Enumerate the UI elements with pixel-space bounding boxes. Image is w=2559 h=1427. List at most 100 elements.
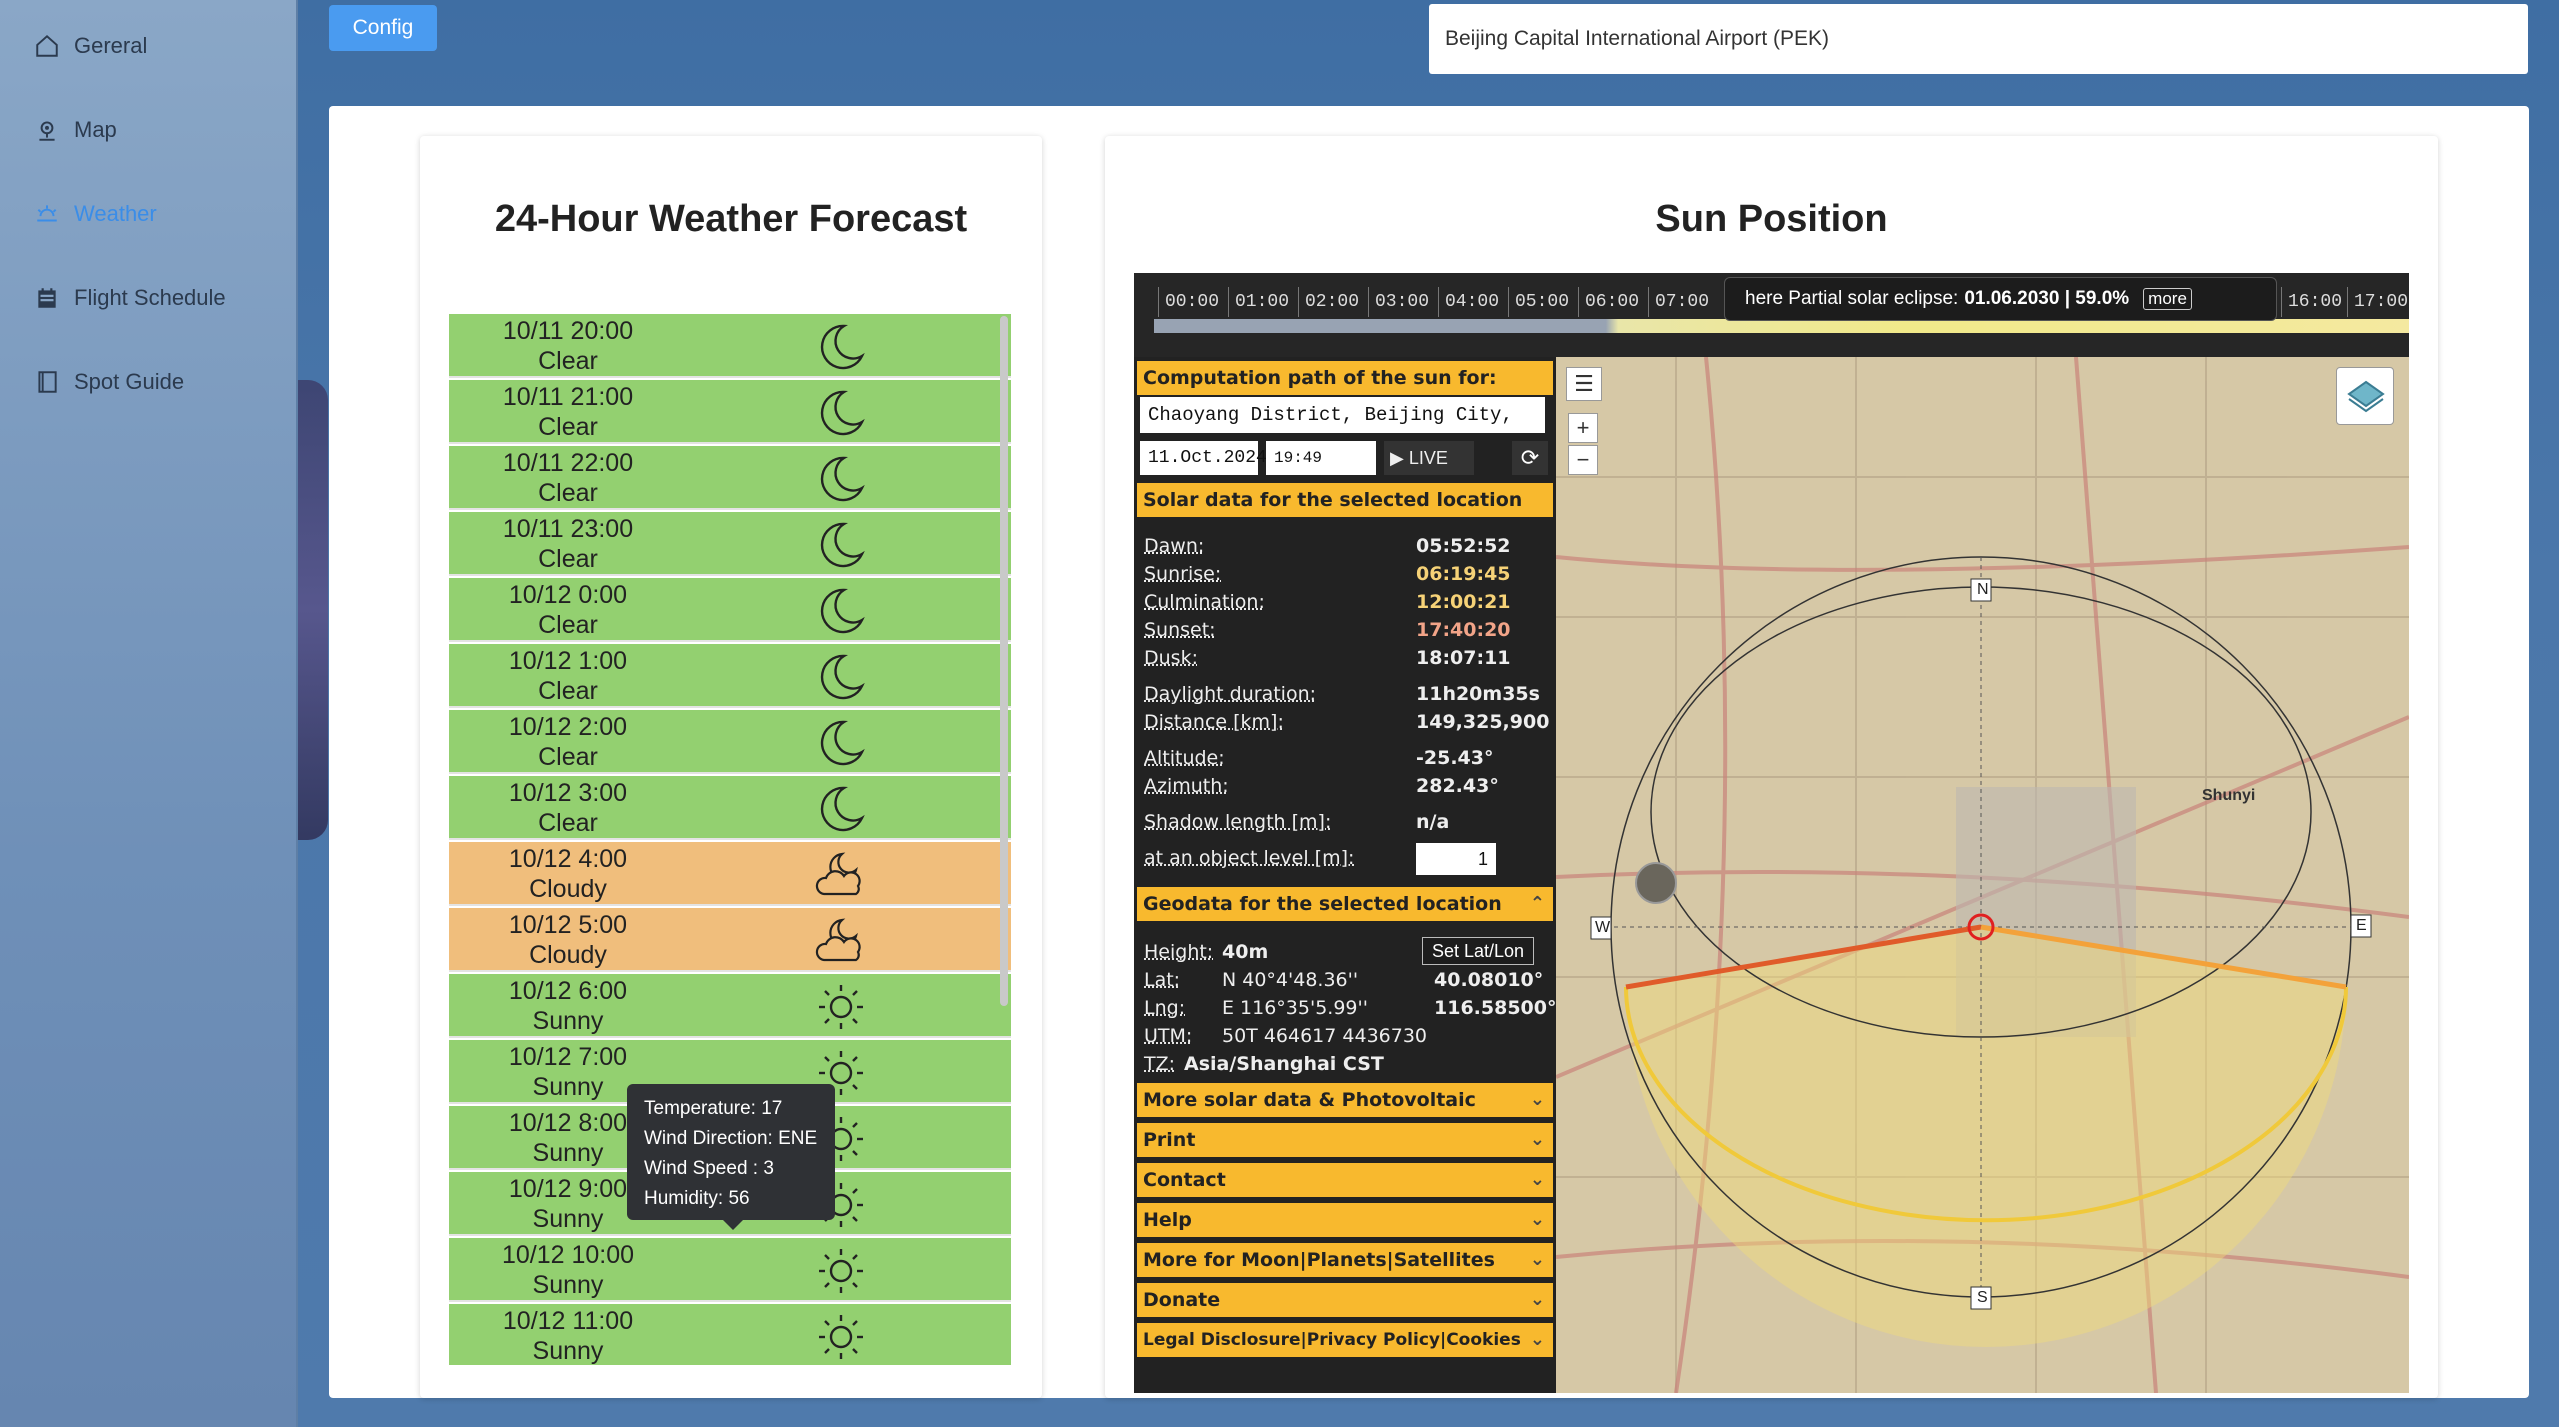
chevron-down-icon: ⌄ xyxy=(1529,1289,1545,1310)
menu-item[interactable]: Donate ⌄ xyxy=(1137,1283,1553,1317)
sun-icon xyxy=(819,985,863,1029)
geo-key: TZ: xyxy=(1144,1053,1176,1075)
refresh-button[interactable]: ⟳ xyxy=(1512,441,1548,475)
sidebar-item-weather[interactable]: Weather xyxy=(34,194,157,234)
timeline-tick: 02:00 xyxy=(1298,287,1359,317)
solar-value: 12:00:21 xyxy=(1416,591,1511,613)
sun-map[interactable]: N S W E Shunyi ☰ + − xyxy=(1556,357,2409,1393)
weather-time: 10/12 2:00 xyxy=(508,713,628,741)
eclipse-prefix: here Partial solar eclipse: xyxy=(1745,288,1959,309)
airport-select[interactable]: Beijing Capital International Airport (P… xyxy=(1429,4,2528,74)
map-city-label: Shunyi xyxy=(2202,787,2256,804)
weather-time: 10/11 22:00 xyxy=(502,449,634,477)
sidebar-item-label: Weather xyxy=(74,201,157,226)
timeline-tick: 01:00 xyxy=(1228,287,1289,317)
weather-condition: Sunny xyxy=(532,1271,604,1299)
tooltip-wind-direction: Wind Direction: ENE xyxy=(644,1128,818,1149)
play-icon: ▶ xyxy=(1390,448,1409,468)
compass-north: N xyxy=(1977,581,1989,598)
chevron-down-icon: ⌄ xyxy=(1529,1089,1545,1110)
solar-value: 06:19:45 xyxy=(1416,563,1511,585)
solar-key: Culmination: xyxy=(1144,591,1265,613)
chevron-down-icon: ⌄ xyxy=(1529,1169,1545,1190)
compass-east: E xyxy=(2356,917,2367,934)
solar-key: Azimuth: xyxy=(1144,775,1229,797)
moon-icon xyxy=(820,324,865,370)
weather-row: 10/12 2:00 Clear xyxy=(449,710,1011,774)
tooltip-humidity: Humidity: 56 xyxy=(644,1188,750,1209)
layers-button[interactable] xyxy=(2336,367,2394,425)
weather-condition: Clear xyxy=(538,809,598,837)
sidebar-item-flight-schedule[interactable]: Flight Schedule xyxy=(34,278,226,318)
sidebar-item-label: Map xyxy=(74,117,117,142)
solar-value: 11h20m35s xyxy=(1416,683,1540,705)
weather-condition: Cloudy xyxy=(529,875,607,903)
menu-item[interactable]: Help ⌄ xyxy=(1137,1203,1553,1237)
weather-condition: Clear xyxy=(538,347,598,375)
tooltip-temperature: Temperature: 17 xyxy=(644,1098,783,1119)
geo-key: Lng: xyxy=(1144,997,1186,1019)
zoom-out-button[interactable]: − xyxy=(1568,445,1598,475)
geo-key: Height: xyxy=(1144,941,1214,963)
date-input[interactable]: 11.Oct.2024 xyxy=(1140,441,1267,475)
sidebar-item-label: Spot Guide xyxy=(74,369,185,394)
menu-item[interactable]: More solar data & Photovoltaic ⌄ xyxy=(1137,1083,1553,1117)
sidebar-item-label: Gereral xyxy=(74,33,148,58)
weather-row: 10/12 0:00 Clear xyxy=(449,578,1011,642)
cloud-moon-icon xyxy=(815,918,861,962)
weather-condition: Clear xyxy=(538,677,598,705)
solar-value: 282.43° xyxy=(1416,775,1499,797)
object-level-input[interactable]: 1 xyxy=(1416,843,1496,875)
eclipse-more-button[interactable]: more xyxy=(2143,288,2192,310)
timeline-tick: 06:00 xyxy=(1578,287,1639,317)
chevron-down-icon: ⌄ xyxy=(1529,1129,1545,1150)
chevron-up-icon: ⌃ xyxy=(1529,893,1545,914)
live-button[interactable]: ▶ LIVE xyxy=(1384,441,1474,475)
chevron-down-icon: ⌄ xyxy=(1529,1249,1545,1270)
tooltip-wind-speed: Wind Speed : 3 xyxy=(644,1158,774,1179)
eclipse-banner: here Partial solar eclipse: 01.06.2030 |… xyxy=(1724,277,2277,321)
solar-key: Altitude: xyxy=(1144,747,1225,769)
timeline-daylight-bar[interactable] xyxy=(1154,319,2409,333)
geo-value: E 116°35'5.99'' xyxy=(1222,997,1368,1019)
weather-time: 10/12 6:00 xyxy=(508,977,628,1005)
menu-label: More for Moon|Planets|Satellites xyxy=(1143,1249,1495,1271)
compass-west: W xyxy=(1595,919,1611,936)
moon-icon xyxy=(820,786,865,832)
weather-time: 10/12 7:00 xyxy=(508,1043,628,1071)
sidebar-item-map[interactable]: Map xyxy=(34,110,117,150)
weather-tooltip: Temperature: 17 Wind Direction: ENE Wind… xyxy=(627,1084,835,1230)
timeline[interactable]: 00:00 01:00 02:00 03:00 04:00 05:00 06:0… xyxy=(1134,273,2409,357)
location-input[interactable]: Chaoyang District, Beijing City, CHN xyxy=(1140,397,1545,462)
weather-row: 10/12 10:00 Sunny xyxy=(449,1238,1011,1302)
set-latlon-button[interactable]: Set Lat/Lon xyxy=(1422,937,1534,965)
weather-title: 24-Hour Weather Forecast xyxy=(494,198,968,240)
weather-time: 10/12 10:00 xyxy=(501,1241,635,1269)
sidebar-item-spot-guide[interactable]: Spot Guide xyxy=(34,362,184,402)
weather-condition: Cloudy xyxy=(529,941,607,969)
config-button[interactable]: Config xyxy=(329,5,437,51)
menu-item[interactable]: Print ⌄ xyxy=(1137,1123,1553,1157)
sun-widget: 00:00 01:00 02:00 03:00 04:00 05:00 06:0… xyxy=(1134,273,2409,1393)
sidebar-item-general[interactable]: Gereral xyxy=(34,26,147,66)
weather-time: 10/11 21:00 xyxy=(502,383,634,411)
solar-key: Distance [km]: xyxy=(1144,711,1284,733)
cloud-moon-icon xyxy=(815,852,861,896)
menu-item[interactable]: Legal Disclosure|Privacy Policy|Cookies ⌄ xyxy=(1137,1323,1553,1357)
geo-header[interactable]: Geodata for the selected location ⌃ xyxy=(1137,887,1553,921)
time-input[interactable]: 19:49 UTC+8 xyxy=(1266,441,1376,501)
zoom-in-button[interactable]: + xyxy=(1568,413,1598,443)
weather-condition: Clear xyxy=(538,479,598,507)
refresh-icon: ⟳ xyxy=(1520,445,1540,470)
menu-item[interactable]: More for Moon|Planets|Satellites ⌄ xyxy=(1137,1243,1553,1277)
sun-title: Sun Position xyxy=(1655,198,1888,240)
map-menu-button[interactable]: ☰ xyxy=(1566,367,1602,401)
geo-value: 116.58500° xyxy=(1434,997,1557,1019)
map-canvas[interactable] xyxy=(1556,357,2409,1393)
weather-row: 10/11 21:00 Clear xyxy=(449,380,1011,444)
moon-icon xyxy=(820,588,865,634)
book-icon xyxy=(38,371,57,393)
weather-time: 10/12 4:00 xyxy=(508,845,628,873)
weather-scrollbar[interactable] xyxy=(1000,316,1008,1006)
menu-item[interactable]: Contact ⌄ xyxy=(1137,1163,1553,1197)
